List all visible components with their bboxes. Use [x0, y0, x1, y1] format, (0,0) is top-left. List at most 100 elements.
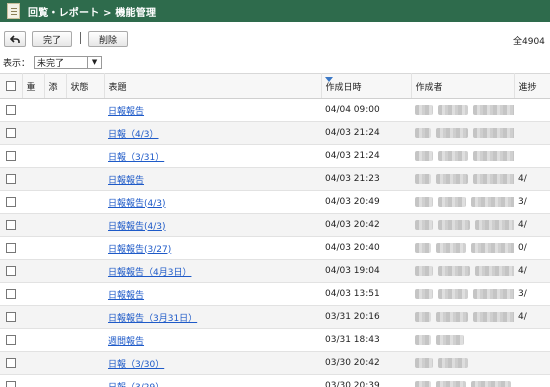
table-row[interactable]: 日報報告(4/3) 04/03 20:49 3/: [0, 190, 550, 214]
row-checkbox[interactable]: [6, 357, 16, 368]
redacted-text: [415, 334, 431, 345]
report-title-link[interactable]: 週間報告: [108, 337, 144, 347]
total-count: 全4904: [513, 37, 545, 47]
redacted-text: [415, 196, 433, 207]
row-checkbox[interactable]: [6, 219, 16, 230]
created-at-cell: 04/03 21:23: [321, 167, 411, 191]
row-checkbox[interactable]: [6, 104, 16, 115]
attachment-cell: [44, 351, 66, 375]
row-checkbox[interactable]: [6, 196, 16, 207]
created-at-cell: 04/03 13:51: [321, 282, 411, 306]
redacted-text: [438, 265, 470, 276]
status-cell: [66, 98, 104, 122]
report-title-link[interactable]: 日報（4/3）: [108, 130, 159, 140]
report-table: 重 添 状態 表題 作成日時 作成者 進捗 日報報告 04/04 09:00 日報（…: [0, 73, 550, 387]
table-row[interactable]: 日報（3/31） 04/03 21:24: [0, 144, 550, 168]
redacted-text: [415, 104, 433, 115]
table-row[interactable]: 日報報告 04/04 09:00: [0, 98, 550, 122]
complete-button[interactable]: 完了: [32, 31, 72, 47]
author-cell: [411, 328, 514, 352]
col-title[interactable]: 表題: [104, 73, 322, 99]
report-title-link[interactable]: 日報報告（4月3日）: [108, 268, 191, 278]
redacted-text: [436, 311, 468, 322]
attachment-cell: [44, 282, 66, 306]
progress-cell: 0/: [514, 236, 550, 260]
back-button[interactable]: [4, 31, 26, 47]
redacted-text: [473, 104, 514, 115]
report-title-link[interactable]: 日報報告(4/3): [108, 222, 166, 232]
table-row[interactable]: 日報報告（3月31日） 03/31 20:16 4/: [0, 305, 550, 329]
report-title-link[interactable]: 日報報告: [108, 291, 144, 301]
col-status[interactable]: 状態: [66, 73, 105, 99]
report-title-link[interactable]: 日報（3/29）: [108, 383, 164, 387]
col-author[interactable]: 作成者: [411, 73, 515, 99]
select-all-checkbox[interactable]: [6, 80, 16, 91]
redacted-text: [473, 150, 514, 161]
col-attachment[interactable]: 添: [44, 73, 67, 99]
author-cell: [411, 374, 514, 387]
row-checkbox[interactable]: [6, 150, 16, 161]
row-checkbox[interactable]: [6, 334, 16, 345]
priority-cell: [22, 144, 44, 168]
row-checkbox[interactable]: [6, 173, 16, 184]
title-cell: 週間報告: [104, 328, 321, 352]
col-priority[interactable]: 重: [22, 73, 45, 99]
table-row[interactable]: 日報（4/3） 04/03 21:24: [0, 121, 550, 145]
progress-cell: 3/: [514, 190, 550, 214]
status-cell: [66, 351, 104, 375]
created-at-cell: 04/03 21:24: [321, 121, 411, 145]
attachment-cell: [44, 259, 66, 283]
col-created-at[interactable]: 作成日時: [321, 73, 412, 99]
row-checkbox[interactable]: [6, 288, 16, 299]
row-checkbox[interactable]: [6, 127, 16, 138]
row-checkbox[interactable]: [6, 265, 16, 276]
row-checkbox-cell: [0, 282, 22, 306]
table-row[interactable]: 日報報告（4月3日） 04/03 19:04 4/: [0, 259, 550, 283]
row-checkbox[interactable]: [6, 311, 16, 322]
status-cell: [66, 259, 104, 283]
row-checkbox-cell: [0, 259, 22, 283]
status-cell: [66, 328, 104, 352]
priority-cell: [22, 374, 44, 387]
attachment-cell: [44, 236, 66, 260]
redacted-text: [415, 150, 433, 161]
attachment-cell: [44, 167, 66, 191]
row-checkbox-cell: [0, 351, 22, 375]
table-row[interactable]: 日報報告(3/27) 04/03 20:40 0/: [0, 236, 550, 260]
row-checkbox[interactable]: [6, 242, 16, 253]
report-title-link[interactable]: 日報報告(3/27): [108, 245, 171, 255]
report-title-link[interactable]: 日報（3/30）: [108, 360, 164, 370]
title-cell: 日報（4/3）: [104, 121, 321, 145]
table-row[interactable]: 日報（3/29） 03/30 20:39: [0, 374, 550, 387]
status-cell: [66, 144, 104, 168]
table-row[interactable]: 日報報告(4/3) 04/03 20:42 4/: [0, 213, 550, 237]
table-row[interactable]: 日報報告 04/03 21:23 4/: [0, 167, 550, 191]
redacted-text: [438, 150, 468, 161]
priority-cell: [22, 351, 44, 375]
table-row[interactable]: 日報（3/30） 03/30 20:42: [0, 351, 550, 375]
redacted-text: [415, 242, 431, 253]
report-title-link[interactable]: 日報（3/31）: [108, 153, 164, 163]
report-title-link[interactable]: 日報報告(4/3): [108, 199, 166, 209]
report-title-link[interactable]: 日報報告: [108, 176, 144, 186]
created-at-cell: 03/31 20:16: [321, 305, 411, 329]
col-progress[interactable]: 進捗: [514, 73, 550, 99]
report-title-link[interactable]: 日報報告（3月31日）: [108, 314, 197, 324]
row-checkbox[interactable]: [6, 380, 16, 387]
author-cell: [411, 282, 514, 306]
attachment-cell: [44, 213, 66, 237]
delete-button[interactable]: 削除: [88, 31, 128, 47]
attachment-cell: [44, 144, 66, 168]
redacted-text: [436, 334, 464, 345]
table-row[interactable]: 週間報告 03/31 18:43: [0, 328, 550, 352]
report-title-link[interactable]: 日報報告: [108, 107, 144, 117]
attachment-cell: [44, 374, 66, 387]
author-cell: [411, 167, 514, 191]
progress-cell: 4/: [514, 167, 550, 191]
progress-cell: [514, 328, 550, 352]
status-filter-select[interactable]: 未完了 ▼: [34, 55, 103, 69]
table-row[interactable]: 日報報告 04/03 13:51 3/: [0, 282, 550, 306]
title-cell: 日報報告: [104, 282, 321, 306]
status-cell: [66, 236, 104, 260]
title-cell: 日報報告(3/27): [104, 236, 321, 260]
